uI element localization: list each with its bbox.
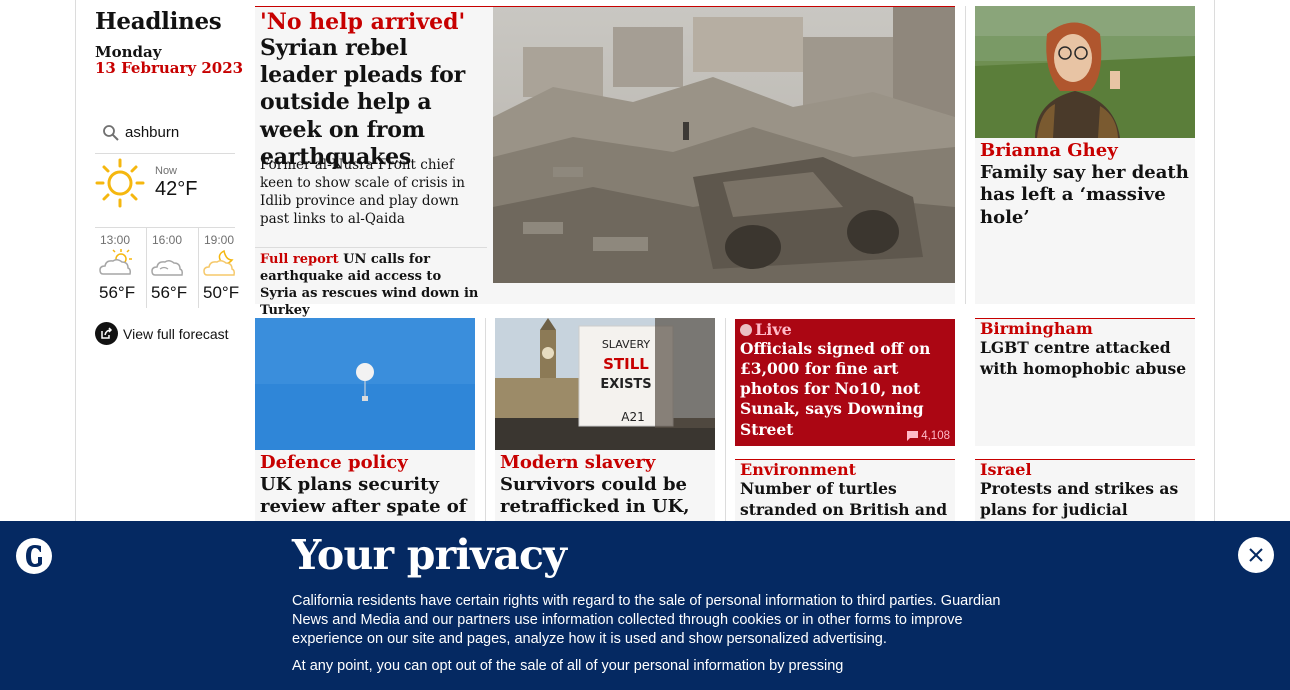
main-story-card[interactable]: 'No help arrived' Syrian rebel leader pl… [255,6,955,318]
close-button[interactable] [1238,537,1274,573]
side-story-card[interactable]: Brianna Ghey Family say her death has le… [975,6,1195,304]
story-kicker: Defence policy [260,452,408,473]
story-kicker: Modern slavery [500,452,656,473]
live-dot-icon [740,323,752,336]
sign-text-3: EXISTS [600,377,651,392]
story-headline[interactable]: UK plans security review after spate of [260,474,472,520]
cloud-icon [151,259,183,276]
view-full-forecast-link[interactable]: View full forecast [95,322,229,345]
story-card-environment[interactable]: Environment Number of turtles stranded o… [735,459,955,539]
now-label: Now [155,165,178,177]
section-title: Headlines [95,8,222,35]
story-card-israel[interactable]: Israel Protests and strikes as plans for… [975,459,1195,539]
sign-text-2: STILL [603,355,649,373]
search-icon [103,125,119,141]
forecast-time: 13:00 [100,233,131,247]
privacy-paragraph: California residents have certain rights… [292,593,1001,647]
story-headline[interactable]: LGBT centre attacked with homophobic abu… [980,338,1192,379]
live-story-card[interactable]: Live Officials signed off on £3,000 for … [735,319,955,446]
sun-cloud-icon [99,249,132,275]
svg-text:A21: A21 [621,410,644,424]
column-divider [485,318,486,528]
slavery-protest-image[interactable]: SLAVERY STILL EXISTS A21 [495,318,715,450]
live-story-headline[interactable]: Officials signed off on £3,000 for fine … [740,339,950,440]
main-story-headline[interactable]: Syrian rebel leader pleads for outside h… [260,35,488,170]
forecast-slot: 13:00 56°F [95,228,147,308]
live-label: Live [755,320,792,339]
sublink-kicker: Full report [260,252,339,267]
story-kicker: Israel [980,460,1032,479]
privacy-banner: Your privacy California residents have c… [0,521,1290,690]
forecast-temperature: 50°F [203,283,240,302]
story-card-modern-slavery[interactable]: SLAVERY STILL EXISTS A21 Modern slavery … [495,318,715,528]
external-link-icon [95,322,118,345]
sign-text-1: SLAVERY [602,338,651,351]
guardian-logo-icon [16,538,52,574]
location-input[interactable] [125,124,233,141]
story-kicker: Environment [740,460,857,479]
forecast-time: 19:00 [204,233,235,247]
now-temperature: 42°F [155,178,198,200]
forecast-temperature: 56°F [151,283,188,302]
privacy-paragraph: At any point, you can opt out of the sal… [292,657,844,674]
sun-icon [95,158,145,208]
privacy-title: Your privacy [292,531,567,579]
forecast-time: 16:00 [152,233,183,247]
main-story-sublink[interactable]: Full report UN calls for earthquake aid … [255,247,487,320]
story-headline[interactable]: Survivors could be retrafficked in UK, [500,474,712,520]
earthquake-rubble-image[interactable] [493,7,955,283]
moon-cloud-icon [203,249,235,276]
main-story-kicker: 'No help arrived' [260,9,466,35]
main-story-text: 'No help arrived' Syrian rebel leader pl… [260,9,488,171]
column-divider [725,318,726,528]
side-story-headline[interactable]: Family say her death has left a ‘massive… [980,162,1192,231]
side-story-image[interactable] [975,6,1195,138]
forecast-temperature: 56°F [99,283,136,302]
main-story-standfirst: Former al-Nusra Front chief keen to show… [260,157,465,227]
location-search [95,118,235,154]
comment-count[interactable]: 4,108 [921,430,950,442]
comment-icon [907,431,919,441]
view-full-forecast-label: View full forecast [123,325,229,342]
story-card-birmingham[interactable]: Birmingham LGBT centre attacked with hom… [975,318,1195,446]
story-kicker: Birmingham [980,319,1093,338]
close-icon [1249,548,1263,562]
side-story-kicker: Brianna Ghey [980,140,1118,161]
privacy-body: California residents have certain rights… [292,592,1002,676]
story-card-defence[interactable]: Defence policy UK plans security review … [255,318,475,528]
column-divider [965,6,966,304]
forecast-slot: 19:00 50°F [198,228,250,308]
spy-balloon-image[interactable] [255,318,475,450]
date: 13 February 2023 [95,59,244,77]
forecast-slot: 16:00 56°F [146,228,198,308]
